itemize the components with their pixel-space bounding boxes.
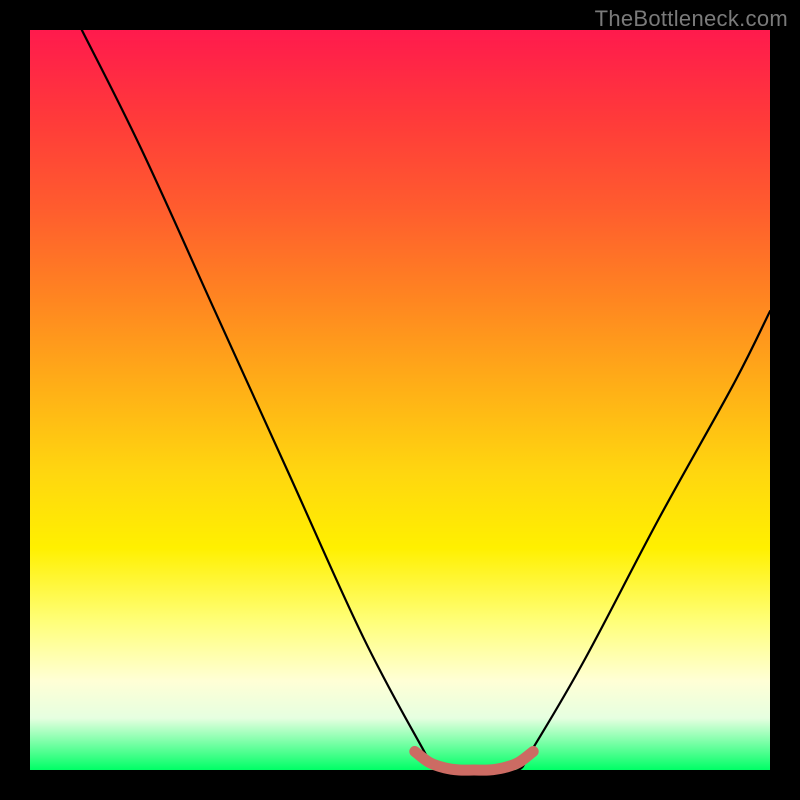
flat-marker-curve	[415, 752, 533, 771]
plot-area	[30, 30, 770, 770]
chart-frame: TheBottleneck.com	[0, 0, 800, 800]
bottleneck-curve	[82, 30, 770, 772]
watermark-text: TheBottleneck.com	[595, 6, 788, 32]
chart-svg	[30, 30, 770, 770]
